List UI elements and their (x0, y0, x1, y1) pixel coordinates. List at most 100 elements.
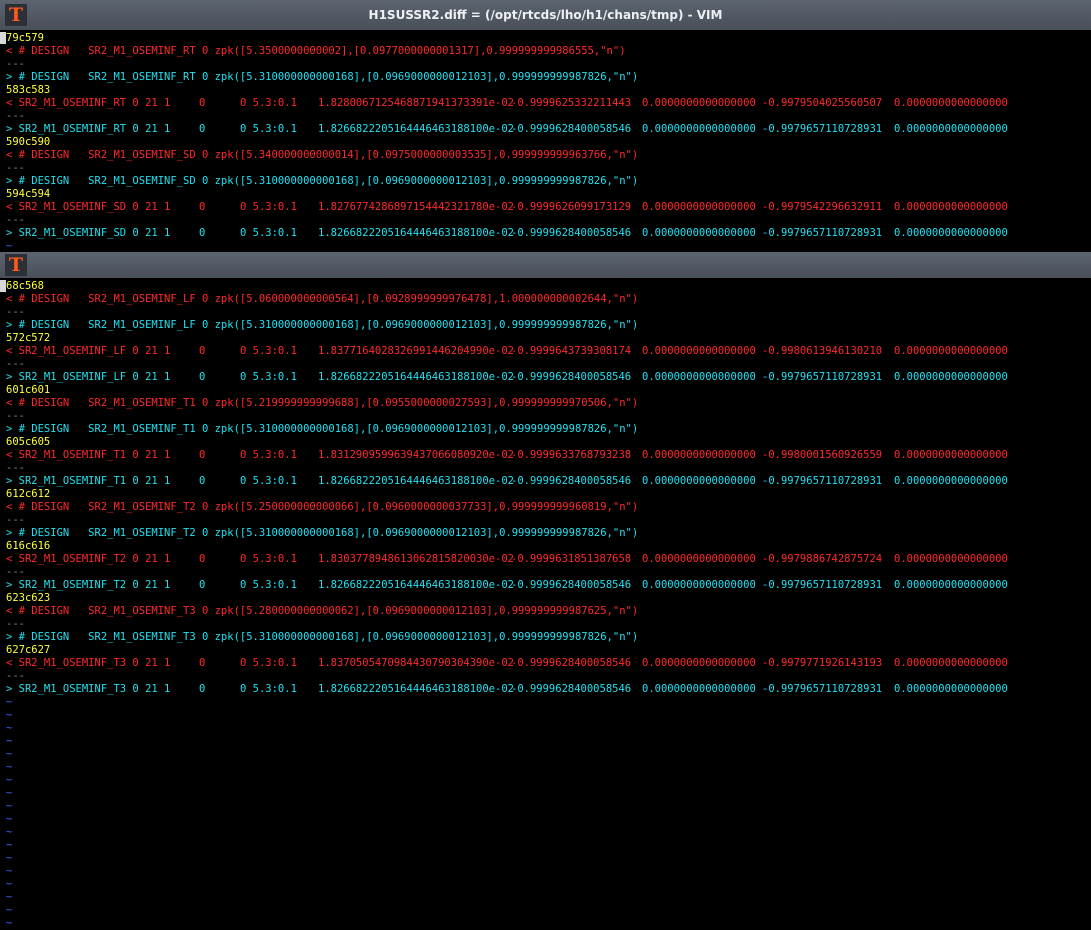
diff-cell: < SR2_M1_OSEMINF_T1 0 21 1 (6, 449, 171, 461)
diff-cell: > SR2_M1_OSEMINF_T1 0 21 1 (6, 475, 171, 487)
line-text: > # DESIGN SR2_M1_OSEMINF_T2 0 zpk([5.31… (6, 527, 639, 539)
line-text: ~ (6, 904, 13, 916)
line-text: ~ (6, 865, 13, 877)
diff-cell: 0 5.3:0.1 (240, 201, 297, 213)
diff-cell: 0.0000000000000000 (894, 553, 1008, 565)
line-text: < # DESIGN SR2_M1_OSEMINF_SD 0 zpk([5.34… (6, 149, 639, 161)
line-text: 583c583 (6, 84, 51, 96)
diff-separator: --- (0, 670, 1091, 683)
added-line: > # DESIGN SR2_M1_OSEMINF_T2 0 zpk([5.31… (0, 527, 1091, 540)
diff-cell: -0.9999628400058546 (511, 657, 632, 669)
empty-line-marker: ~ (0, 748, 1091, 761)
line-text: ~ (6, 917, 13, 929)
line-text: ~ (6, 839, 13, 851)
line-text: --- (6, 306, 25, 318)
diff-cell: < SR2_M1_OSEMINF_T3 0 21 1 (6, 657, 171, 669)
line-text: < # DESIGN SR2_M1_OSEMINF_LF 0 zpk([5.06… (6, 293, 639, 305)
diff-cell: 0.0000000000000000 (894, 201, 1008, 213)
empty-line-marker: ~ (0, 904, 1091, 917)
line-text: 601c601 (6, 384, 51, 396)
line-text: > # DESIGN SR2_M1_OSEMINF_LF 0 zpk([5.31… (6, 319, 639, 331)
diff-cell: 0.0000000000000000 (642, 449, 756, 461)
removed-line: < SR2_M1_OSEMINF_T3 0 21 1 0 0 5.3:0.1 1.83… (0, 657, 1091, 670)
diff-cell: -0.9999628400058546 (511, 579, 632, 591)
hunk-header-line: 79c579 (0, 32, 1091, 45)
diff-cell: 0 5.3:0.1 (240, 345, 297, 357)
diff-cell: 0.0000000000000000 (642, 201, 756, 213)
removed-line: < SR2_M1_OSEMINF_T1 0 21 1 0 0 5.3:0.1 1.83… (0, 449, 1091, 462)
empty-line-marker: ~ (0, 917, 1091, 930)
diff-cell: > SR2_M1_OSEMINF_RT 0 21 1 (6, 123, 171, 135)
line-text: ~ (6, 761, 13, 773)
removed-line: < # DESIGN SR2_M1_OSEMINF_SD 0 zpk([5.34… (0, 149, 1091, 162)
line-text: --- (6, 110, 25, 122)
diff-cell: < SR2_M1_OSEMINF_T2 0 21 1 (6, 553, 171, 565)
diff-cell: 0 5.3:0.1 (240, 475, 297, 487)
diff-cell: 1.8370505470984430790304390e-02 (318, 657, 514, 669)
line-text: ~ (6, 722, 13, 734)
diff-cell: 1.8266822205164446463188100e-02 (318, 123, 514, 135)
diff-cell: -0.9979542296632911 (762, 201, 883, 213)
line-text: ~ (6, 748, 13, 760)
window-titlebar[interactable]: T H1SUSSR2.diff = (/opt/rtcds/lho/h1/cha… (0, 0, 1091, 30)
removed-line: < SR2_M1_OSEMINF_LF 0 21 1 0 0 5.3:0.1 1.83… (0, 345, 1091, 358)
diff-cell: 0 (199, 201, 206, 213)
diff-cell: 0.0000000000000000 (642, 553, 756, 565)
removed-line: < # DESIGN SR2_M1_OSEMINF_RT 0 zpk([5.35… (0, 45, 1091, 58)
hunk-header-line: 612c612 (0, 488, 1091, 501)
diff-cell: < SR2_M1_OSEMINF_SD 0 21 1 (6, 201, 171, 213)
diff-cell: 0.0000000000000000 (642, 371, 756, 383)
diff-cell: 0 (199, 123, 206, 135)
line-text: 572c572 (6, 332, 51, 344)
diff-cell: 1.8266822205164446463188100e-02 (318, 683, 514, 695)
diff-cell: 1.8266822205164446463188100e-02 (318, 227, 514, 239)
editor-pane-bottom[interactable]: 68c568 < # DESIGN SR2_M1_OSEMINF_LF 0 zpk… (0, 278, 1091, 929)
diff-cell: 0 5.3:0.1 (240, 449, 297, 461)
added-line: > SR2_M1_OSEMINF_T1 0 21 1 0 0 5.3:0.1 1.82… (0, 475, 1091, 488)
diff-cell: -0.9979657110728931 (762, 123, 883, 135)
empty-line-marker: ~ (0, 696, 1091, 709)
line-text: > # DESIGN SR2_M1_OSEMINF_SD 0 zpk([5.31… (6, 175, 639, 187)
line-text: ~ (6, 813, 13, 825)
diff-cell: 0 5.3:0.1 (240, 123, 297, 135)
line-text: > # DESIGN SR2_M1_OSEMINF_RT 0 zpk([5.31… (6, 71, 639, 83)
added-line: > SR2_M1_OSEMINF_T2 0 21 1 0 0 5.3:0.1 1.82… (0, 579, 1091, 592)
line-text: ~ (6, 800, 13, 812)
diff-cell: 0 5.3:0.1 (240, 97, 297, 109)
line-text: ~ (6, 787, 13, 799)
hunk-header-line: 601c601 (0, 384, 1091, 397)
empty-line-marker: ~ (0, 761, 1091, 774)
line-text: < # DESIGN SR2_M1_OSEMINF_T2 0 zpk([5.25… (6, 501, 639, 513)
hunk-header-line: 583c583 (0, 84, 1091, 97)
empty-line-marker: ~ (0, 800, 1091, 813)
diff-cell: -0.9980001560926559 (762, 449, 883, 461)
line-text: ~ (6, 240, 13, 252)
diff-separator: --- (0, 214, 1091, 227)
empty-line-marker: ~ (0, 722, 1091, 735)
empty-line-marker: ~ (0, 813, 1091, 826)
diff-cell: 0 (199, 657, 206, 669)
empty-line-marker: ~ (0, 839, 1091, 852)
editor-pane-top[interactable]: 79c579 < # DESIGN SR2_M1_OSEMINF_RT 0 zpk… (0, 30, 1091, 252)
hunk-header-line: 572c572 (0, 332, 1091, 345)
diff-cell: 0 5.3:0.1 (240, 553, 297, 565)
diff-cell: 0 5.3:0.1 (240, 579, 297, 591)
diff-cell: < SR2_M1_OSEMINF_LF 0 21 1 (6, 345, 171, 357)
hunk-header-line: 594c594 (0, 188, 1091, 201)
removed-line: < # DESIGN SR2_M1_OSEMINF_T2 0 zpk([5.25… (0, 501, 1091, 514)
diff-cell: -0.9999628400058546 (511, 683, 632, 695)
line-text: --- (6, 58, 25, 70)
diff-cell: 0.0000000000000000 (642, 683, 756, 695)
line-text: 627c627 (6, 644, 51, 656)
diff-cell: 0.0000000000000000 (642, 475, 756, 487)
diff-cell: > SR2_M1_OSEMINF_LF 0 21 1 (6, 371, 171, 383)
line-text: 605c605 (6, 436, 51, 448)
line-text: 594c594 (6, 188, 51, 200)
split-separator-bar[interactable]: T (0, 252, 1091, 278)
removed-line: < SR2_M1_OSEMINF_SD 0 21 1 0 0 5.3:0.1 1.82… (0, 201, 1091, 214)
added-line: > # DESIGN SR2_M1_OSEMINF_T1 0 zpk([5.31… (0, 423, 1091, 436)
empty-line-marker: ~ (0, 709, 1091, 722)
diff-cell: -0.9979657110728931 (762, 371, 883, 383)
line-text: > # DESIGN SR2_M1_OSEMINF_T3 0 zpk([5.31… (6, 631, 639, 643)
line-text: ~ (6, 878, 13, 890)
